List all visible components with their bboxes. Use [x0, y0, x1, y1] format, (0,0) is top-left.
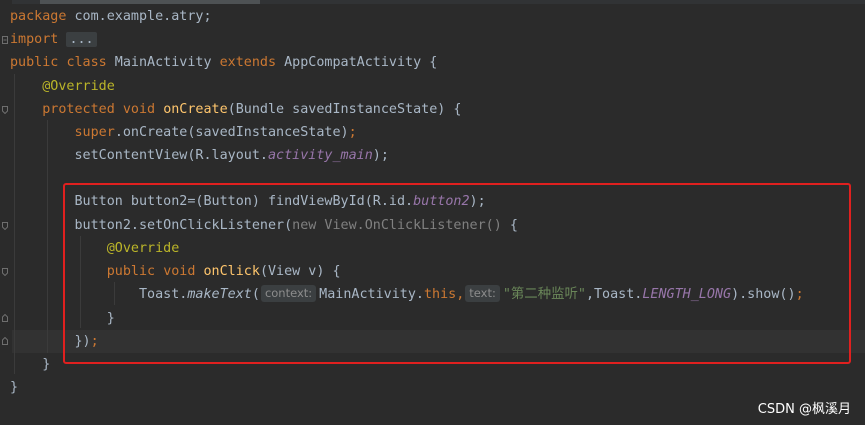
brace: }: [42, 357, 51, 372]
fold-expand-icon[interactable]: [2, 222, 8, 230]
code-line-oncreate[interactable]: protected void onCreate(Bundle savedInst…: [10, 98, 461, 121]
keyword: package: [10, 9, 67, 24]
fold-expand-icon[interactable]: [2, 106, 8, 114]
keyword: extends: [219, 55, 277, 70]
watermark: CSDN @枫溪月: [757, 402, 851, 417]
code-line-override[interactable]: @Override: [10, 75, 115, 98]
semicolon: ;: [348, 125, 357, 140]
code-editor[interactable]: package com.example.atry; import ... pub…: [0, 0, 865, 425]
code-line-close-brace[interactable]: }: [10, 376, 18, 399]
editor-top-bar: [0, 0, 865, 4]
keyword: import: [10, 32, 59, 47]
code-line-package[interactable]: package com.example.atry;: [10, 5, 212, 28]
fold-close-icon[interactable]: [2, 314, 8, 322]
keyword: void: [122, 102, 156, 117]
fold-collapse-icon[interactable]: [2, 36, 8, 44]
fold-expand-icon[interactable]: [2, 268, 8, 276]
fold-close-icon[interactable]: [2, 337, 8, 345]
brace: }: [10, 380, 19, 395]
code-line-class[interactable]: public class MainActivity extends AppCom…: [10, 51, 437, 74]
code-line-close-brace[interactable]: }: [10, 353, 50, 376]
code-line-import[interactable]: import ...: [10, 28, 97, 51]
code-line-super[interactable]: super.onCreate(savedInstanceState);: [10, 121, 357, 144]
call-end: );: [372, 148, 389, 163]
red-highlight-box: [63, 183, 851, 364]
keyword: class: [66, 55, 107, 70]
superclass: AppCompatActivity {: [276, 55, 438, 70]
package-name: com.example.atry;: [66, 9, 212, 24]
collapsed-imports[interactable]: ...: [66, 32, 97, 47]
keyword: super: [74, 125, 115, 140]
field-ref: activity_main: [267, 148, 373, 163]
call: setContentView(R.layout.: [74, 148, 268, 163]
method-params: (Bundle savedInstanceState) {: [227, 102, 462, 117]
editor-tab[interactable]: [40, 0, 260, 4]
keyword: public: [10, 55, 59, 70]
keyword: protected: [42, 102, 115, 117]
code-line-setcontentview[interactable]: setContentView(R.layout.activity_main);: [10, 144, 389, 167]
class-name: MainActivity: [106, 55, 220, 70]
call: .onCreate(savedInstanceState): [114, 125, 349, 140]
method-name: onCreate: [163, 102, 228, 117]
annotation: @Override: [42, 79, 115, 94]
